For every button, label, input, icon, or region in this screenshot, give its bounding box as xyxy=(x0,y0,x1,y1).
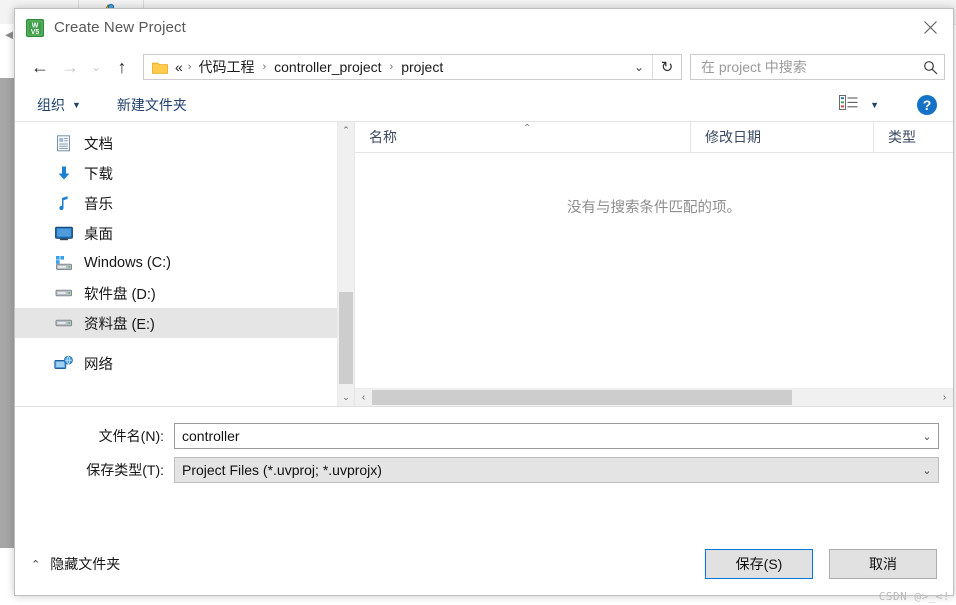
column-header-date[interactable]: 修改日期 xyxy=(690,122,873,152)
help-button[interactable]: ? xyxy=(917,94,937,115)
refresh-icon[interactable]: ↻ xyxy=(652,55,681,79)
drive-icon xyxy=(53,314,75,332)
scrollbar-thumb[interactable] xyxy=(372,390,792,405)
drive-icon xyxy=(53,284,75,302)
new-folder-button[interactable]: 新建文件夹 xyxy=(111,92,193,118)
save-button[interactable]: 保存(S) xyxy=(705,549,813,579)
close-icon[interactable] xyxy=(907,9,953,46)
filename-input[interactable]: controller ⌄ xyxy=(174,423,939,449)
watermark: CSDN @>_<! xyxy=(878,590,950,603)
sidebar-item-label: 资料盘 (E:) xyxy=(84,316,155,333)
breadcrumb-separator-2: › xyxy=(389,61,394,73)
chevron-down-icon[interactable]: ⌄ xyxy=(916,430,938,443)
filename-row: 文件名(N): controller ⌄ xyxy=(29,423,939,449)
list-view-icon xyxy=(839,94,858,115)
svg-text:V5: V5 xyxy=(31,29,40,36)
empty-message: 没有与搜索条件匹配的项。 xyxy=(567,200,741,216)
file-list-horizontal-scrollbar[interactable]: ‹ › xyxy=(355,388,953,406)
sidebar-item-label: 音乐 xyxy=(84,196,113,213)
dialog-title: Create New Project xyxy=(54,19,186,36)
sidebar-item-label: 桌面 xyxy=(84,226,113,243)
save-form: 文件名(N): controller ⌄ 保存类型(T): Project Fi… xyxy=(15,406,953,494)
recent-locations-button[interactable]: ⌄ xyxy=(85,52,107,82)
breadcrumb-separator-1: › xyxy=(262,61,267,73)
scroll-left-icon[interactable]: ‹ xyxy=(355,389,372,406)
sidebar-item-label: 软件盘 (D:) xyxy=(84,286,156,303)
breadcrumb-item-2[interactable]: project xyxy=(400,59,444,75)
forward-button[interactable]: → xyxy=(55,52,85,82)
filename-label: 文件名(N): xyxy=(98,428,164,444)
sidebar-item-documents[interactable]: 文档 xyxy=(15,128,337,158)
sidebar-item-downloads[interactable]: 下载 xyxy=(15,158,337,188)
filetype-value: Project Files (*.uvproj; *.uvprojx) xyxy=(182,462,382,478)
column-header-label: 名称 xyxy=(369,129,397,145)
navigation-tree: 文档 下载 音乐 桌面 Windows (C:) 软件盘 (D:) 资料盘 (E… xyxy=(15,122,337,378)
sidebar-item-label: 网络 xyxy=(84,356,113,373)
create-new-project-dialog: W V5 Create New Project ← → ⌄ ↑ « › 代码工程 xyxy=(14,8,954,596)
chevron-down-icon: ▼ xyxy=(72,99,81,110)
search-icon[interactable] xyxy=(916,60,944,75)
scrollbar-thumb[interactable] xyxy=(339,292,353,384)
sort-ascending-icon: ⌃ xyxy=(523,123,532,134)
uvision-icon: W V5 xyxy=(25,18,45,38)
scroll-down-icon[interactable]: ⌄ xyxy=(338,389,354,406)
column-header-name[interactable]: 名称 ⌃ xyxy=(355,122,690,152)
view-options-button[interactable]: ▼ xyxy=(835,92,883,118)
organize-button[interactable]: 组织 ▼ xyxy=(31,92,87,118)
breadcrumb-item-0[interactable]: 代码工程 xyxy=(197,57,255,77)
folder-icon xyxy=(152,61,168,74)
sidebar-item-label: 下载 xyxy=(84,166,113,183)
search-input[interactable]: 在 project 中搜索 xyxy=(690,54,945,80)
back-button[interactable]: ← xyxy=(25,52,55,82)
file-list-header: 名称 ⌃ 修改日期 类型 xyxy=(355,122,953,153)
system-drive-icon xyxy=(53,254,75,272)
sidebar-item-label: Windows (C:) xyxy=(84,255,172,271)
documents-icon xyxy=(53,134,75,152)
hide-folders-label: 隐藏文件夹 xyxy=(50,556,121,572)
chevron-down-icon[interactable]: ⌄ xyxy=(916,464,938,477)
filename-value: controller xyxy=(182,428,240,444)
navigation-pane: 文档 下载 音乐 桌面 Windows (C:) 软件盘 (D:) 资料盘 (E… xyxy=(15,122,337,406)
file-list-body[interactable]: 没有与搜索条件匹配的项。 xyxy=(355,153,953,388)
chevron-down-icon: ▼ xyxy=(870,99,879,110)
breadcrumb-overflow[interactable]: « xyxy=(174,59,184,75)
downloads-icon xyxy=(53,164,75,182)
breadcrumb[interactable]: « › 代码工程 › controller_project › project … xyxy=(143,54,682,80)
dialog-footer: ⌃ 隐藏文件夹 保存(S) 取消 xyxy=(15,519,953,595)
sidebar-item-drive-e[interactable]: 资料盘 (E:) xyxy=(15,308,337,338)
up-button[interactable]: ↑ xyxy=(107,52,137,82)
scroll-right-icon[interactable]: › xyxy=(936,389,953,406)
browser-panes: 文档 下载 音乐 桌面 Windows (C:) 软件盘 (D:) 资料盘 (E… xyxy=(15,122,953,406)
command-bar: 组织 ▼ 新建文件夹 ▼ ? xyxy=(15,88,953,122)
sidebar-item-label: 文档 xyxy=(84,136,113,153)
column-header-label: 修改日期 xyxy=(705,129,761,145)
sidebar-item-windows-c[interactable]: Windows (C:) xyxy=(15,248,337,278)
tree-group-gap xyxy=(15,338,337,348)
sidebar-item-drive-d[interactable]: 软件盘 (D:) xyxy=(15,278,337,308)
sidebar-item-desktop[interactable]: 桌面 xyxy=(15,218,337,248)
music-icon xyxy=(53,194,75,212)
filetype-label: 保存类型(T): xyxy=(86,462,164,478)
navigation-bar: ← → ⌄ ↑ « › 代码工程 › controller_project › … xyxy=(15,46,953,88)
cancel-button[interactable]: 取消 xyxy=(829,549,937,579)
organize-label: 组织 xyxy=(37,96,65,113)
sidebar-item-music[interactable]: 音乐 xyxy=(15,188,337,218)
file-list-pane: 名称 ⌃ 修改日期 类型 没有与搜索条件匹配的项。 ‹ › xyxy=(354,122,953,406)
network-icon xyxy=(53,354,75,372)
dialog-titlebar: W V5 Create New Project xyxy=(15,9,953,46)
navigation-pane-scrollbar[interactable]: ⌃ ⌄ xyxy=(337,122,354,406)
hide-folders-toggle[interactable]: ⌃ 隐藏文件夹 xyxy=(31,554,120,574)
chevron-down-icon[interactable]: ⌄ xyxy=(626,55,652,79)
filetype-row: 保存类型(T): Project Files (*.uvproj; *.uvpr… xyxy=(29,457,939,483)
breadcrumb-separator-0: › xyxy=(187,61,192,73)
sidebar-item-network[interactable]: 网络 xyxy=(15,348,337,378)
scroll-up-icon[interactable]: ⌃ xyxy=(338,122,354,139)
column-header-label: 类型 xyxy=(888,129,916,145)
search-placeholder: 在 project 中搜索 xyxy=(701,59,807,75)
column-header-type[interactable]: 类型 xyxy=(873,122,953,152)
breadcrumb-item-1[interactable]: controller_project xyxy=(273,59,382,75)
filetype-select[interactable]: Project Files (*.uvproj; *.uvprojx) ⌄ xyxy=(174,457,939,483)
desktop-icon xyxy=(53,224,75,242)
chevron-up-icon: ⌃ xyxy=(31,558,41,571)
